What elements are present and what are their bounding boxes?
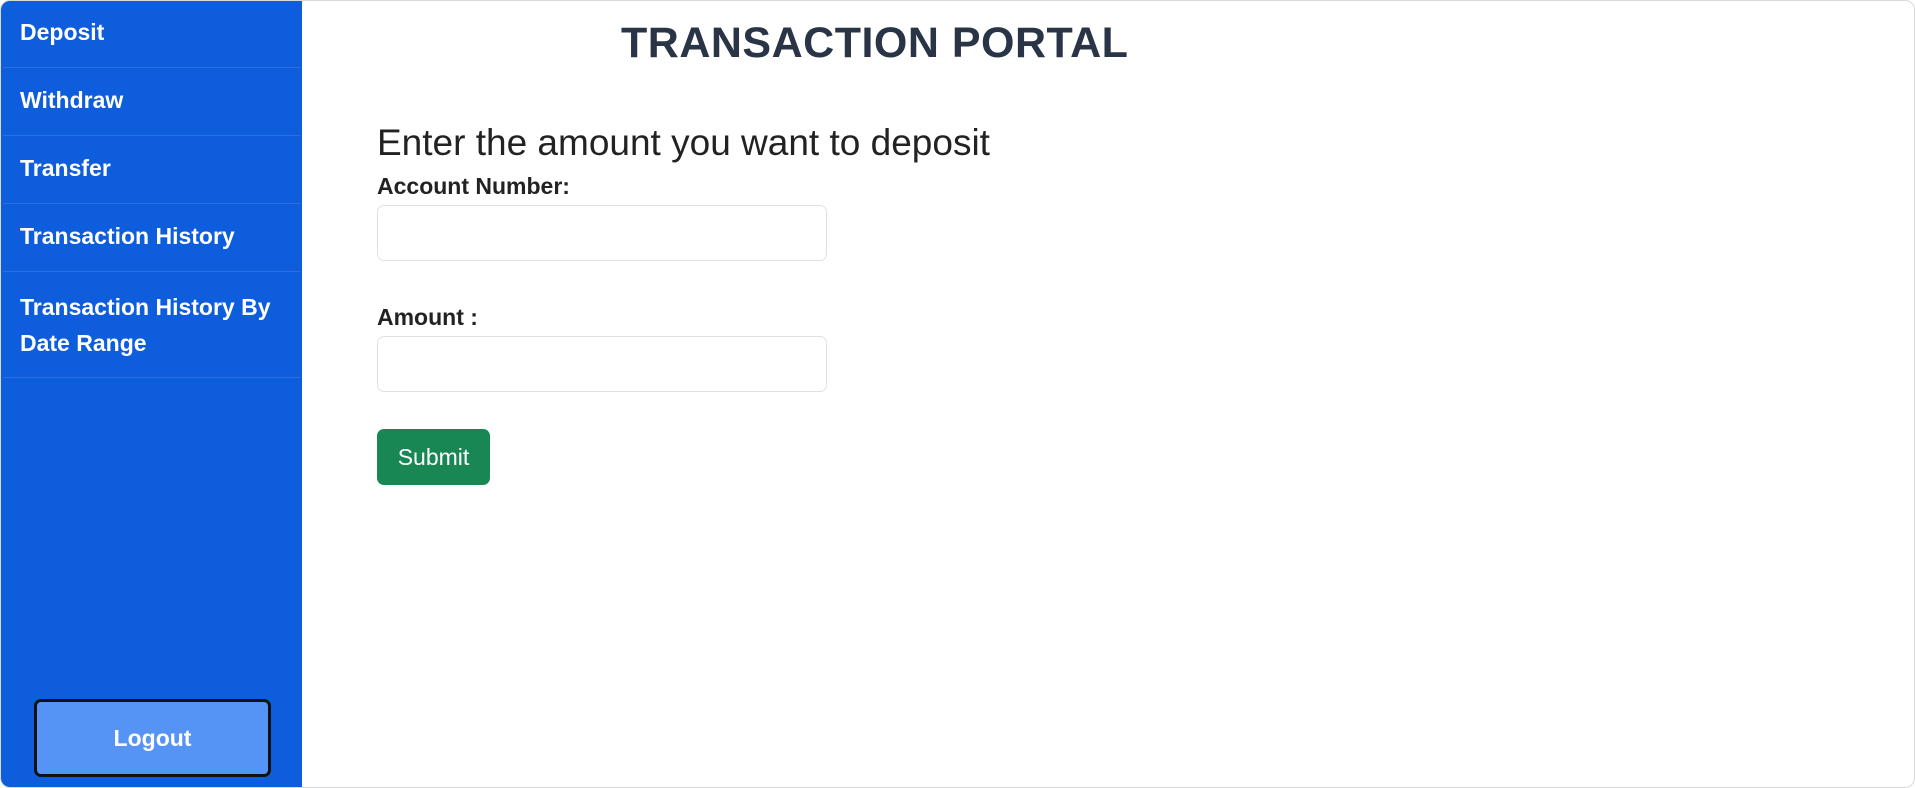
deposit-form: Enter the amount you want to deposit Acc… bbox=[377, 119, 1177, 485]
sidebar-item-withdraw[interactable]: Withdraw bbox=[3, 68, 300, 136]
amount-input[interactable] bbox=[377, 336, 827, 392]
sidebar: Deposit Withdraw Transfer Transaction Hi… bbox=[1, 1, 302, 787]
sidebar-item-transaction-history[interactable]: Transaction History bbox=[3, 204, 300, 272]
form-heading: Enter the amount you want to deposit bbox=[377, 122, 990, 163]
logout-button[interactable]: Logout bbox=[34, 699, 271, 777]
account-number-input[interactable] bbox=[377, 205, 827, 261]
sidebar-item-transfer[interactable]: Transfer bbox=[3, 136, 300, 204]
page-title: TRANSACTION PORTAL bbox=[621, 19, 1129, 67]
sidebar-item-transaction-history-by-date-range[interactable]: Transaction History By Date Range bbox=[3, 272, 300, 378]
account-number-label: Account Number: bbox=[377, 173, 570, 199]
app-window: Deposit Withdraw Transfer Transaction Hi… bbox=[0, 0, 1915, 788]
sidebar-item-deposit[interactable]: Deposit bbox=[3, 1, 300, 68]
amount-label: Amount : bbox=[377, 304, 478, 330]
submit-button[interactable]: Submit bbox=[377, 429, 490, 485]
